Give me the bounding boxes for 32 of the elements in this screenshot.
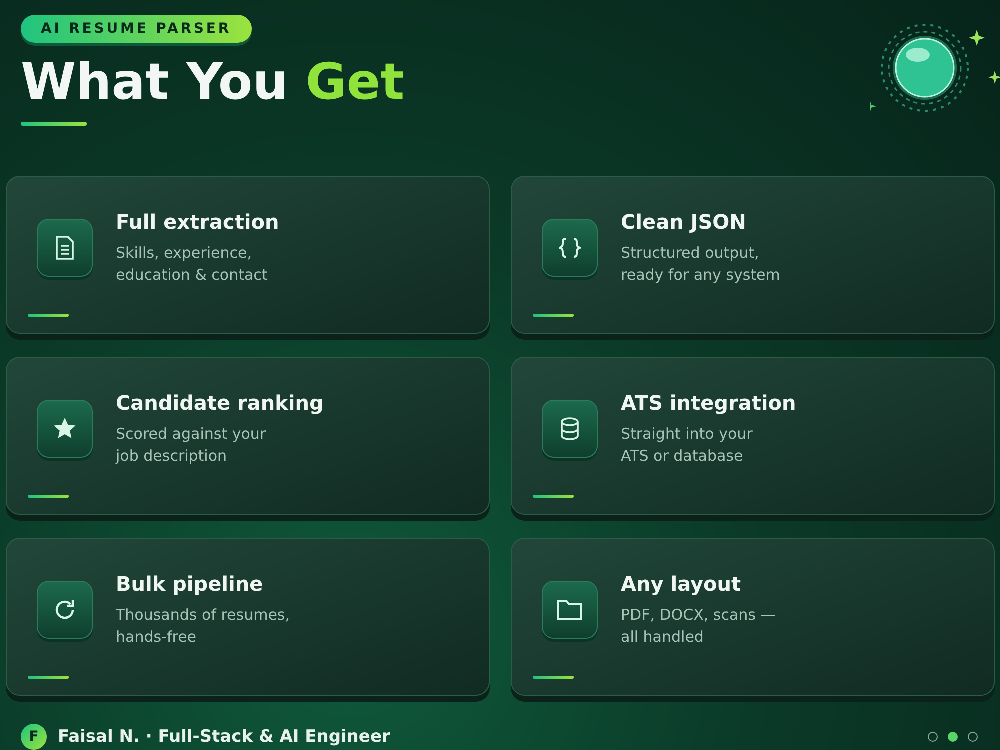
accent-line xyxy=(533,314,574,317)
document-icon xyxy=(55,236,75,260)
folder-icon xyxy=(557,599,583,621)
title-underline xyxy=(21,122,87,126)
feature-description: Straight into your ATS or database xyxy=(621,424,754,467)
feature-description: Skills, experience, education & contact xyxy=(116,243,269,286)
feature-description: Scored against your job description xyxy=(116,424,268,467)
feature-title: Full extraction xyxy=(116,210,280,234)
database-icon xyxy=(560,417,580,441)
feature-description: PDF, DOCX, scans — all handled xyxy=(621,605,776,648)
feature-title: Any layout xyxy=(621,572,742,596)
accent-line xyxy=(533,676,574,679)
feature-title: Bulk pipeline xyxy=(116,572,264,596)
accent-line xyxy=(28,314,69,317)
accent-line xyxy=(533,495,574,498)
accent-line xyxy=(28,495,69,498)
page-dot[interactable] xyxy=(948,732,958,742)
accent-line xyxy=(28,676,69,679)
feature-title: Clean JSON xyxy=(621,210,748,234)
page-dot[interactable] xyxy=(928,732,938,742)
braces-icon xyxy=(559,237,581,259)
feature-title: ATS integration xyxy=(621,391,796,415)
feature-title: Candidate ranking xyxy=(116,391,324,415)
author-name: Faisal N. · Full-Stack & AI Engineer xyxy=(58,727,390,747)
refresh-icon xyxy=(53,598,77,622)
page-title: What You Get xyxy=(21,55,406,110)
page-dot[interactable] xyxy=(968,732,978,742)
star-icon xyxy=(53,417,77,441)
feature-description: Thousands of resumes, hands-free xyxy=(116,605,290,648)
feature-description: Structured output, ready for any system xyxy=(621,243,780,286)
avatar: F xyxy=(21,724,47,750)
category-badge: AI RESUME PARSER xyxy=(21,15,252,43)
